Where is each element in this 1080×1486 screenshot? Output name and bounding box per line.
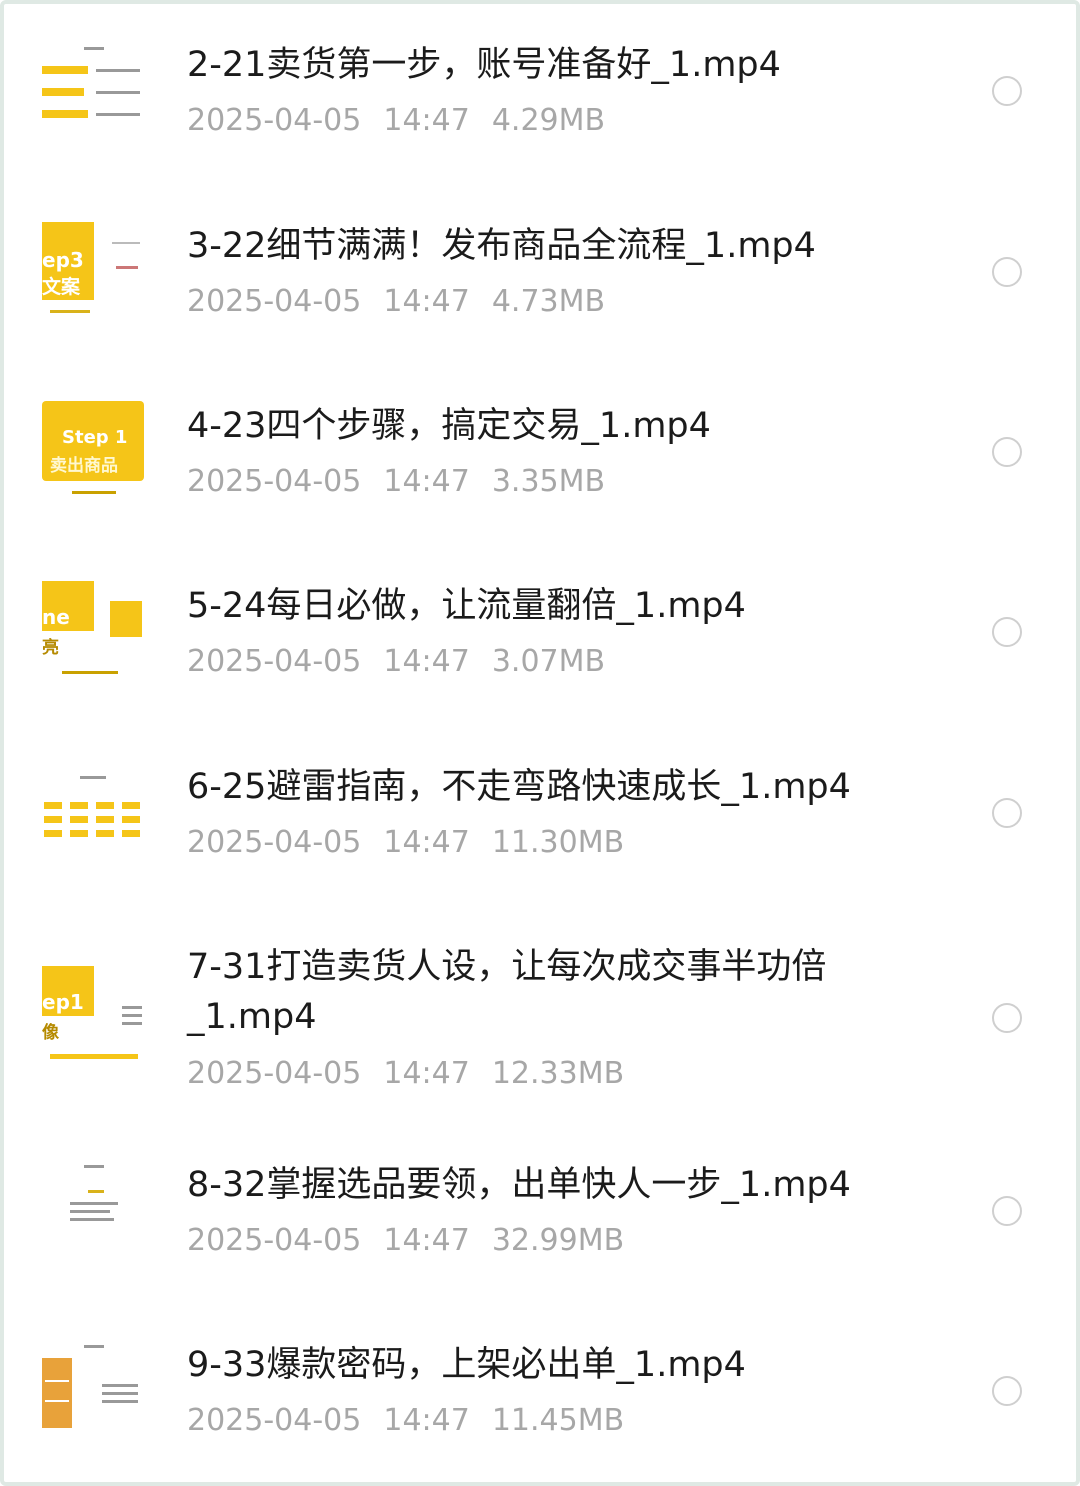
file-title[interactable]: 2-21卖货第一步，账号准备好_1.mp4 xyxy=(187,40,907,90)
file-date: 2025-04-05 xyxy=(187,1223,362,1258)
slide-thumbnail-daily-icon: ne 亮 xyxy=(42,581,144,683)
file-date: 2025-04-05 xyxy=(187,644,362,679)
file-meta: 2025-04-05 14:47 3.07MB xyxy=(187,642,627,682)
file-meta: 2025-04-05 14:47 11.30MB xyxy=(187,823,646,863)
slide-thumbnail-step1-sell-icon: Step 1 卖出商品 xyxy=(42,401,144,503)
file-date: 2025-04-05 xyxy=(187,1403,362,1438)
file-date: 2025-04-05 xyxy=(187,103,362,138)
file-size: 3.07MB xyxy=(491,644,606,679)
file-time: 14:47 xyxy=(383,1056,470,1091)
slide-thumbnail-grid-icon xyxy=(42,762,144,864)
file-date: 2025-04-05 xyxy=(187,284,362,319)
slide-thumbnail-persona-icon: ep1 像 xyxy=(42,966,144,1068)
file-size: 4.73MB xyxy=(491,284,606,319)
select-checkbox[interactable] xyxy=(992,617,1022,647)
file-size: 32.99MB xyxy=(491,1223,625,1258)
file-date: 2025-04-05 xyxy=(187,464,362,499)
file-time: 14:47 xyxy=(383,284,470,319)
file-size: 11.30MB xyxy=(491,825,625,860)
file-time: 14:47 xyxy=(383,464,470,499)
file-time: 14:47 xyxy=(383,825,470,860)
file-title[interactable]: 5-24每日必做，让流量翻倍_1.mp4 xyxy=(187,581,907,631)
select-checkbox[interactable] xyxy=(992,437,1022,467)
select-checkbox[interactable] xyxy=(992,798,1022,828)
file-time: 14:47 xyxy=(383,644,470,679)
file-meta: 2025-04-05 14:47 4.73MB xyxy=(187,282,627,322)
file-meta: 2025-04-05 14:47 3.35MB xyxy=(187,462,627,502)
file-size: 4.29MB xyxy=(491,103,606,138)
file-title[interactable]: 4-23四个步骤，搞定交易_1.mp4 xyxy=(187,401,907,451)
select-checkbox[interactable] xyxy=(992,1003,1022,1033)
file-size: 3.35MB xyxy=(491,464,606,499)
file-meta: 2025-04-05 14:47 32.99MB xyxy=(187,1221,646,1261)
file-title[interactable]: 3-22细节满满！发布商品全流程_1.mp4 xyxy=(187,221,907,271)
file-title[interactable]: 9-33爆款密码，上架必出单_1.mp4 xyxy=(187,1340,907,1390)
select-checkbox[interactable] xyxy=(992,76,1022,106)
select-checkbox[interactable] xyxy=(992,1196,1022,1226)
file-title[interactable]: 8-32掌握选品要领，出单快人一步_1.mp4 xyxy=(187,1160,907,1210)
file-time: 14:47 xyxy=(383,1223,470,1258)
slide-thumbnail-step3-icon: ep3 文案 xyxy=(42,222,144,324)
select-checkbox[interactable] xyxy=(992,1376,1022,1406)
file-meta: 2025-04-05 14:47 11.45MB xyxy=(187,1401,646,1441)
file-title[interactable]: 6-25避雷指南，不走弯路快速成长_1.mp4 xyxy=(187,762,907,812)
slide-thumbnail-product-selection-icon xyxy=(42,1160,144,1262)
file-time: 14:47 xyxy=(383,1403,470,1438)
slide-thumbnail-account-setup-icon xyxy=(42,42,144,144)
file-meta: 2025-04-05 14:47 4.29MB xyxy=(187,101,627,141)
file-date: 2025-04-05 xyxy=(187,825,362,860)
select-checkbox[interactable] xyxy=(992,257,1022,287)
slide-thumbnail-hot-items-icon xyxy=(42,1340,144,1442)
file-time: 14:47 xyxy=(383,103,470,138)
file-title[interactable]: 7-31打造卖货人设，让每次成交事半功倍_1.mp4 xyxy=(187,942,907,1042)
file-size: 12.33MB xyxy=(491,1056,625,1091)
file-meta: 2025-04-05 14:47 12.33MB xyxy=(187,1054,646,1094)
file-date: 2025-04-05 xyxy=(187,1056,362,1091)
file-size: 11.45MB xyxy=(491,1403,625,1438)
